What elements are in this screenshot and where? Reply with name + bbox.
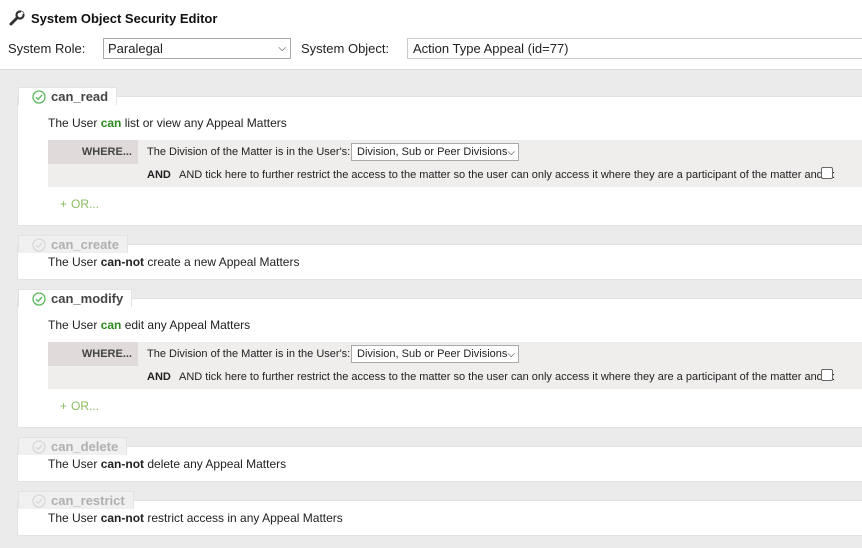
desc-suffix: list or view any Appeal Matters: [121, 116, 287, 130]
add-or-link[interactable]: + OR...: [60, 399, 99, 413]
and-label: AND: [147, 169, 171, 181]
where-clause: WHERE... The Division of the Matter is i…: [48, 342, 862, 389]
tab-can-delete[interactable]: can_delete: [18, 437, 128, 455]
permission-description: The User can-not create a new Appeal Mat…: [48, 255, 299, 269]
participant-restrict-checkbox[interactable]: [821, 369, 833, 381]
where-clause: WHERE... The Division of the Matter is i…: [48, 140, 862, 187]
desc-verb: can-not: [100, 511, 145, 525]
tab-label: can_create: [51, 237, 119, 252]
division-select-value: Division, Sub or Peer Divisions: [357, 348, 508, 360]
desc-prefix: The User: [48, 116, 101, 130]
desc-suffix: create a new Appeal Matters: [144, 255, 300, 269]
check-circle-icon: [32, 237, 46, 252]
desc-verb: can: [100, 318, 122, 332]
system-object-field[interactable]: Action Type Appeal (id=77): [407, 38, 862, 59]
division-select-value: Division, Sub or Peer Divisions: [357, 146, 508, 158]
system-role-value: Paralegal: [108, 41, 163, 56]
division-select[interactable]: Division, Sub or Peer Divisions ⌵: [351, 143, 519, 161]
chevron-down-icon: ⌵: [278, 43, 286, 54]
check-circle-icon: [32, 439, 46, 454]
check-circle-icon: [32, 291, 46, 306]
tab-label: can_read: [51, 89, 109, 104]
tab-can-create[interactable]: can_create: [18, 235, 128, 253]
add-or-link[interactable]: + OR...: [60, 197, 99, 211]
plus-icon: +: [60, 197, 68, 211]
and-label: AND: [147, 371, 171, 383]
tab-label: can_restrict: [51, 493, 125, 508]
desc-suffix: edit any Appeal Matters: [121, 318, 251, 332]
tab-can-read[interactable]: can_read: [18, 87, 118, 105]
and-text: AND tick here to further restrict the ac…: [179, 169, 836, 181]
desc-verb: can: [100, 116, 122, 130]
wrench-icon: [9, 10, 25, 26]
system-role-select[interactable]: Paralegal ⌵: [103, 38, 291, 59]
system-role-label: System Role:: [8, 41, 86, 56]
or-label: OR...: [71, 197, 100, 211]
system-object-label: System Object:: [301, 41, 390, 56]
header-fields: System Role: Paralegal ⌵ System Object: …: [8, 38, 862, 60]
where-text: The Division of the Matter is in the Use…: [147, 146, 351, 158]
where-text: The Division of the Matter is in the Use…: [147, 348, 351, 360]
desc-prefix: The User: [48, 255, 101, 269]
or-label: OR...: [71, 399, 100, 413]
plus-icon: +: [60, 399, 68, 413]
tab-label: can_modify: [51, 291, 124, 306]
header-bar: System Object Security Editor System Rol…: [0, 0, 862, 70]
desc-verb: can-not: [100, 457, 145, 471]
desc-prefix: The User: [48, 457, 101, 471]
where-label: WHERE...: [48, 342, 138, 366]
check-circle-icon: [32, 89, 46, 104]
participant-restrict-checkbox[interactable]: [821, 167, 833, 179]
page-title: System Object Security Editor: [31, 10, 218, 26]
desc-suffix: restrict access in any Appeal Matters: [144, 511, 343, 525]
permission-description: The User can list or view any Appeal Mat…: [48, 116, 287, 130]
permission-description: The User can edit any Appeal Matters: [48, 318, 250, 332]
division-select[interactable]: Division, Sub or Peer Divisions ⌵: [351, 345, 519, 363]
chevron-down-icon: ⌵: [507, 146, 515, 158]
tab-label: can_delete: [51, 439, 119, 454]
tab-can-restrict[interactable]: can_restrict: [18, 491, 134, 509]
desc-suffix: delete any Appeal Matters: [144, 457, 287, 471]
permission-description: The User can-not delete any Appeal Matte…: [48, 457, 286, 471]
where-label: WHERE...: [48, 140, 138, 164]
check-circle-icon: [32, 493, 46, 508]
desc-verb: can-not: [100, 255, 145, 269]
and-text: AND tick here to further restrict the ac…: [179, 371, 836, 383]
desc-prefix: The User: [48, 318, 101, 332]
tab-can-modify[interactable]: can_modify: [18, 289, 133, 307]
permission-description: The User can-not restrict access in any …: [48, 511, 343, 525]
desc-prefix: The User: [48, 511, 101, 525]
chevron-down-icon: ⌵: [507, 348, 515, 360]
title-row: System Object Security Editor: [9, 9, 217, 27]
